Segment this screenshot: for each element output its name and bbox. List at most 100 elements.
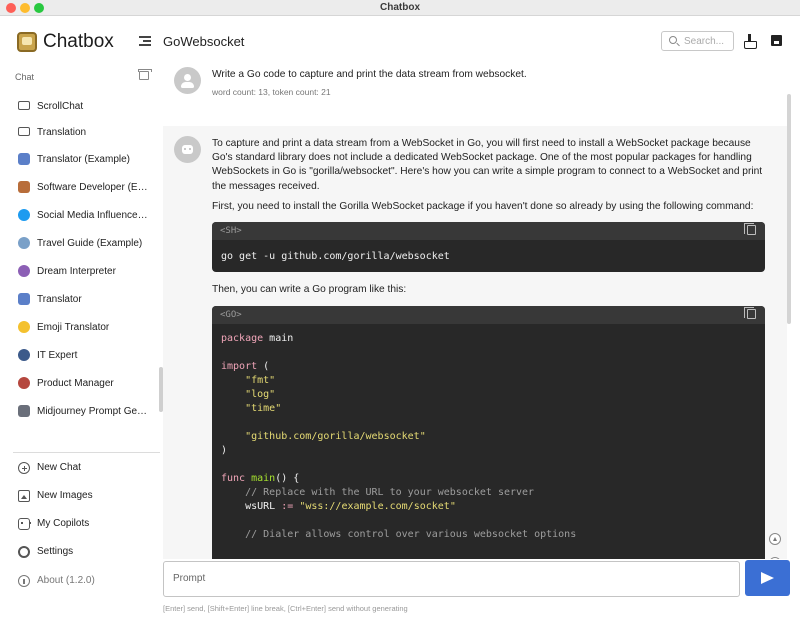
chat-section-label: Chat	[15, 72, 35, 82]
session-label: ScrollChat	[37, 100, 84, 112]
message-scrollbar[interactable]	[787, 94, 791, 324]
user-message-stats: word count: 13, token count: 21	[212, 87, 331, 97]
session-label: Translator (Example)	[37, 153, 130, 165]
code-function: main	[251, 473, 276, 484]
person-avatar-icon	[18, 377, 30, 389]
code-block-sh: <SH> go get -u github.com/gorilla/websoc…	[212, 222, 765, 272]
globe-avatar-icon	[18, 237, 30, 249]
session-item[interactable]: Social Media Influencer (Example)	[0, 203, 158, 227]
chat-bubble-icon	[18, 127, 30, 136]
new-chat-label: New Chat	[37, 462, 81, 473]
clean-conversation-icon[interactable]	[744, 34, 757, 49]
search-input[interactable]: Search...	[661, 31, 734, 51]
scroll-to-top-icon[interactable]	[769, 533, 781, 545]
settings-label: Settings	[37, 546, 74, 557]
main-panel: GoWebsocket Search... Write a Go code to…	[163, 17, 800, 625]
settings-button[interactable]: Settings	[0, 540, 160, 564]
my-copilots-label: My Copilots	[37, 518, 90, 529]
session-label: IT Expert	[37, 349, 78, 361]
code-string: "github.com/gorilla/websocket"	[245, 431, 426, 442]
message-list: Write a Go code to capture and print the…	[163, 57, 790, 559]
translator-avatar-icon	[18, 293, 30, 305]
code-token: () {	[275, 473, 300, 484]
code-string: "fmt"	[245, 375, 276, 386]
code-block-header: <GO>	[212, 306, 765, 324]
assistant-install-note: First, you need to install the Gorilla W…	[212, 201, 754, 212]
code-string: "wss://example.com/socket"	[299, 501, 456, 512]
conversation-title[interactable]: GoWebsocket	[163, 34, 244, 49]
session-item[interactable]: Translator (Example)	[0, 147, 158, 171]
session-label: Social Media Influencer (Example)	[37, 209, 149, 221]
session-item[interactable]: Translation	[0, 120, 158, 144]
session-label: Dream Interpreter	[37, 265, 116, 277]
code-comment: // Dialer allows control over various we…	[245, 529, 577, 540]
new-images-button[interactable]: New Images	[0, 484, 160, 508]
sidebar: Chatbox Chat ScrollChat Translation Tran…	[0, 17, 163, 625]
session-item[interactable]: Software Developer (Example)	[0, 175, 158, 199]
code-block-go: <GO> package main import ( "fmt" "log" "…	[212, 306, 765, 559]
session-item[interactable]: Midjourney Prompt Generator	[0, 399, 158, 423]
save-icon[interactable]	[771, 35, 782, 46]
code-content: package main import ( "fmt" "log" "time"…	[221, 332, 576, 542]
collapse-sidebar-icon[interactable]	[139, 35, 151, 47]
assistant-program-note: Then, you can write a Go program like th…	[212, 284, 407, 295]
prompt-input[interactable]: Prompt	[163, 561, 740, 597]
user-message-text: Write a Go code to capture and print the…	[212, 69, 527, 80]
session-item[interactable]: ScrollChat	[0, 94, 158, 118]
translator-avatar-icon	[18, 153, 30, 165]
twitter-avatar-icon	[18, 209, 30, 221]
session-item[interactable]: Travel Guide (Example)	[0, 231, 158, 255]
user-message: Write a Go code to capture and print the…	[163, 57, 787, 115]
assistant-message: To capture and print a data stream from …	[163, 126, 787, 559]
code-operator: :=	[281, 501, 294, 512]
gear-icon	[18, 546, 30, 558]
code-comment: // Replace with the URL to your websocke…	[245, 487, 535, 498]
code-string: "log"	[245, 389, 276, 400]
emoji-avatar-icon	[18, 321, 30, 333]
code-language-label: <SH>	[220, 226, 242, 236]
session-item[interactable]: IT Expert	[0, 343, 158, 367]
info-icon	[18, 575, 30, 587]
code-keyword: func	[221, 473, 246, 484]
code-token: main	[263, 333, 294, 344]
chatbox-logo-icon	[17, 32, 37, 52]
session-label: Product Manager	[37, 377, 114, 389]
session-item[interactable]: Translator	[0, 287, 158, 311]
midjourney-avatar-icon	[18, 405, 30, 417]
clear-conversations-icon[interactable]	[138, 69, 152, 80]
copy-icon[interactable]	[744, 223, 756, 235]
session-label: Travel Guide (Example)	[37, 237, 143, 249]
session-item[interactable]: Dream Interpreter	[0, 259, 158, 283]
robot-icon	[18, 518, 31, 530]
brand: Chatbox	[17, 31, 114, 53]
keyboard-hint: [Enter] send, [Shift+Enter] line break, …	[163, 604, 408, 613]
code-language-label: <GO>	[220, 310, 242, 320]
sidebar-divider	[13, 452, 160, 453]
code-token: )	[221, 445, 228, 456]
code-content: go get -u github.com/gorilla/websocket	[221, 250, 450, 264]
chat-bubble-icon	[18, 101, 30, 110]
image-icon	[18, 490, 30, 502]
assistant-avatar-icon	[174, 136, 201, 163]
user-avatar-icon	[174, 67, 201, 94]
session-item[interactable]: Emoji Translator	[0, 315, 158, 339]
copy-icon[interactable]	[744, 307, 756, 319]
developer-avatar-icon	[18, 181, 30, 193]
about-label: About (1.2.0)	[37, 575, 95, 586]
session-item[interactable]: Product Manager	[0, 371, 158, 395]
code-token: wsURL	[245, 501, 276, 512]
about-button[interactable]: About (1.2.0)	[0, 569, 160, 593]
code-keyword: package	[221, 333, 264, 344]
code-block-header: <SH>	[212, 222, 765, 240]
new-chat-button[interactable]: New Chat	[0, 456, 160, 480]
add-circle-icon	[18, 462, 30, 474]
window-titlebar: Chatbox	[0, 0, 800, 16]
session-label: Translator	[37, 293, 82, 305]
it-avatar-icon	[18, 349, 30, 361]
send-button[interactable]	[745, 560, 790, 596]
session-list: ScrollChat Translation Translator (Examp…	[0, 92, 163, 437]
my-copilots-button[interactable]: My Copilots	[0, 512, 160, 536]
new-images-label: New Images	[37, 490, 93, 501]
session-label: Midjourney Prompt Generator	[37, 405, 149, 417]
session-label: Software Developer (Example)	[37, 181, 149, 193]
